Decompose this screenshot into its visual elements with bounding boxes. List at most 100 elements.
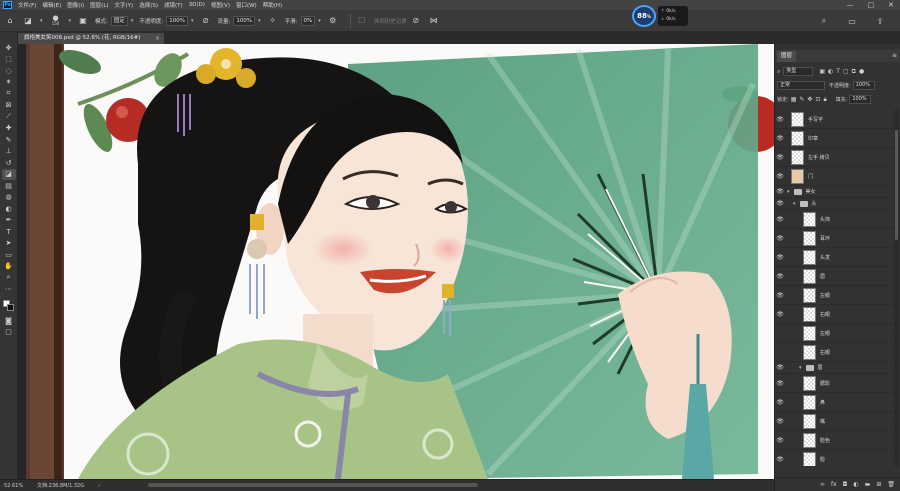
- layer-thumbnail[interactable]: [803, 287, 816, 303]
- menu-layer[interactable]: 图层(L): [90, 1, 108, 9]
- layer-row[interactable]: 👁︎ 鼻: [775, 393, 893, 412]
- mode-select[interactable]: 固定: [110, 15, 128, 26]
- blend-mode-select[interactable]: 正常: [777, 81, 825, 90]
- document-tab-close-icon[interactable]: ×: [155, 33, 160, 44]
- smoothing-settings-icon[interactable]: ⚙: [327, 15, 339, 27]
- clone-stamp-tool-icon[interactable]: ⊥: [2, 146, 16, 158]
- visibility-eye-icon[interactable]: 👁︎: [775, 364, 785, 371]
- lock-transparent-icon[interactable]: ▦: [791, 96, 797, 103]
- adjustment-layer-icon[interactable]: ◐: [853, 481, 858, 488]
- layer-name[interactable]: 门: [808, 173, 813, 180]
- visibility-eye-icon[interactable]: 👁︎: [775, 188, 785, 195]
- layer-row[interactable]: 👁︎ 脸色: [775, 431, 893, 450]
- add-mask-icon[interactable]: ◘: [843, 481, 848, 488]
- layer-name[interactable]: 眉: [820, 273, 825, 280]
- layer-row[interactable]: 👁︎ 左手 拷贝: [775, 148, 893, 167]
- layer-row[interactable]: 👁︎ 印章: [775, 129, 893, 148]
- brush-settings-icon[interactable]: ▣: [77, 15, 89, 27]
- layer-row[interactable]: 👁︎ 手写字: [775, 110, 893, 129]
- document-info[interactable]: 文档:236.8M/1.32G: [37, 482, 84, 489]
- lock-all-icon[interactable]: 🔒︎: [823, 96, 826, 104]
- dodge-tool-icon[interactable]: ◐: [2, 203, 16, 215]
- layer-name[interactable]: 头饰: [820, 216, 830, 223]
- layer-thumbnail[interactable]: [803, 306, 816, 322]
- layer-name[interactable]: 左手 拷贝: [808, 154, 830, 161]
- close-button[interactable]: ✕: [888, 0, 894, 10]
- horizontal-scrollbar[interactable]: [148, 483, 478, 487]
- layer-name[interactable]: 耳环: [820, 235, 830, 242]
- share-icon[interactable]: ⇪: [874, 15, 886, 27]
- layer-style-icon[interactable]: fx: [831, 481, 837, 488]
- layer-name[interactable]: 左眼: [820, 330, 830, 337]
- menu-select[interactable]: 选择(S): [139, 1, 158, 9]
- opacity-input[interactable]: 100%: [166, 15, 189, 26]
- layer-name[interactable]: 嘴: [820, 418, 825, 425]
- layer-name[interactable]: 右眼: [820, 349, 830, 356]
- layer-row[interactable]: 👁︎ 右眼: [775, 305, 893, 324]
- flow-input[interactable]: 100%: [233, 15, 256, 26]
- filter-type-icon[interactable]: T: [836, 68, 840, 75]
- menu-type[interactable]: 文字(Y): [115, 1, 134, 9]
- layer-thumbnail[interactable]: [791, 111, 804, 127]
- layer-row[interactable]: 👁︎ 耳环: [775, 229, 893, 248]
- visibility-eye-icon[interactable]: 👁︎: [775, 135, 785, 142]
- visibility-eye-icon[interactable]: 👁︎: [775, 349, 785, 356]
- new-layer-icon[interactable]: ⊞: [876, 481, 881, 488]
- maximize-button[interactable]: □: [868, 0, 875, 10]
- layer-thumbnail[interactable]: [803, 432, 816, 448]
- lock-artboard-icon[interactable]: ⊡: [815, 96, 820, 103]
- layer-thumbnail[interactable]: [791, 130, 804, 146]
- smoothing-input[interactable]: 0%: [300, 15, 316, 26]
- layer-name[interactable]: 右眼: [820, 311, 830, 318]
- frame-tool-icon[interactable]: ⊠: [2, 100, 16, 112]
- mode-caret-icon[interactable]: ▾: [131, 18, 134, 24]
- visibility-eye-icon[interactable]: 👁︎: [775, 292, 785, 299]
- layers-scrollbar[interactable]: [894, 110, 899, 466]
- eyedropper-tool-icon[interactable]: ⟋: [2, 111, 16, 123]
- home-icon[interactable]: ⌂: [4, 15, 16, 27]
- layer-name[interactable]: 腮影: [820, 380, 830, 387]
- lock-image-icon[interactable]: ✎: [799, 96, 804, 103]
- airbrush-icon[interactable]: ✧: [267, 15, 279, 27]
- path-selection-tool-icon[interactable]: ➤: [2, 238, 16, 250]
- kind-filter-select[interactable]: 类型: [783, 67, 814, 76]
- filter-shape-icon[interactable]: ▢: [843, 68, 849, 75]
- layer-thumbnail[interactable]: [803, 230, 816, 246]
- crop-tool-icon[interactable]: ⌗: [2, 88, 16, 100]
- layer-name[interactable]: 脸: [820, 456, 825, 463]
- group-expand-chevron-icon[interactable]: ▾: [793, 201, 796, 207]
- layer-row[interactable]: 👁︎ 左眼: [775, 286, 893, 305]
- menu-view[interactable]: 视图(V): [211, 1, 230, 9]
- zoom-tool-icon[interactable]: ⌕: [2, 272, 16, 284]
- pressure-size-icon[interactable]: ⊘: [410, 15, 422, 27]
- layer-thumbnail[interactable]: [803, 375, 816, 391]
- layer-thumbnail[interactable]: [791, 149, 804, 165]
- layer-thumbnail[interactable]: [803, 413, 816, 429]
- visibility-eye-icon[interactable]: 👁︎: [775, 273, 785, 280]
- layer-group-row[interactable]: 👁︎ ▾ 美女: [775, 186, 893, 198]
- layers-scrollbar-thumb[interactable]: [895, 130, 898, 240]
- visibility-eye-icon[interactable]: 👁︎: [775, 216, 785, 223]
- layer-row[interactable]: 👁︎ 嘴: [775, 412, 893, 431]
- visibility-eye-icon[interactable]: 👁︎: [775, 200, 785, 207]
- layer-thumbnail[interactable]: [791, 168, 804, 184]
- eraser-tool-icon[interactable]: ◪: [1, 168, 16, 180]
- filter-pixel-icon[interactable]: ▣: [819, 68, 825, 75]
- status-arrow-icon[interactable]: ›: [98, 483, 100, 489]
- layer-thumbnail[interactable]: [803, 211, 816, 227]
- hand-tool-icon[interactable]: ✋: [2, 261, 16, 273]
- smoothing-caret-icon[interactable]: ▾: [318, 18, 321, 24]
- layer-row[interactable]: 👁︎ 头发: [775, 248, 893, 267]
- layer-name[interactable]: 印章: [808, 135, 818, 142]
- visibility-eye-icon[interactable]: 👁︎: [775, 254, 785, 261]
- layer-row[interactable]: 👁︎ 腮影: [775, 374, 893, 393]
- layer-row[interactable]: 👁︎ 左眼: [775, 324, 893, 343]
- layer-group-row[interactable]: 👁︎ ▾ 头: [775, 198, 893, 210]
- layer-row[interactable]: 👁︎ 右眼: [775, 343, 893, 362]
- minimize-button[interactable]: —: [847, 0, 854, 10]
- layer-name[interactable]: 美女: [806, 188, 816, 195]
- visibility-eye-icon[interactable]: 👁︎: [775, 456, 785, 463]
- visibility-eye-icon[interactable]: 👁︎: [775, 399, 785, 406]
- layer-thumbnail[interactable]: [803, 325, 816, 341]
- layer-thumbnail[interactable]: [803, 344, 816, 360]
